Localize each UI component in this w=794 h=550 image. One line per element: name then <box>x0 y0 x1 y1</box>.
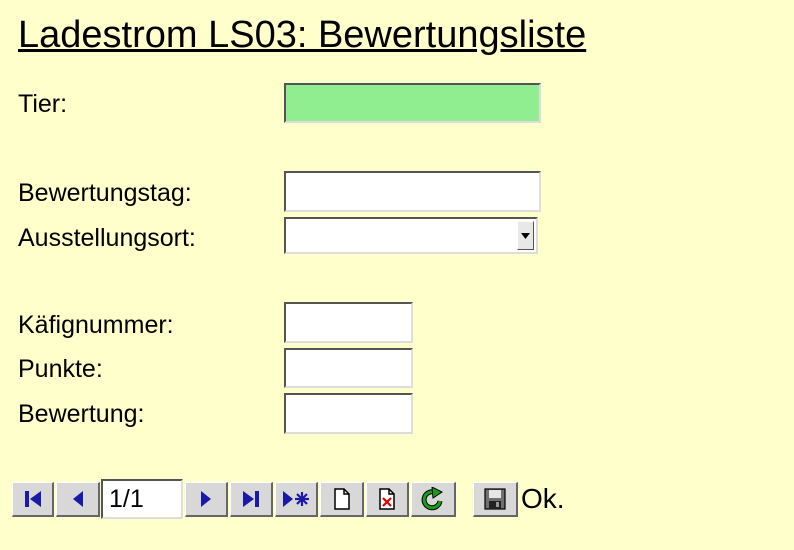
next-record-icon <box>201 491 211 507</box>
kaefignummer-label: Käfignummer: <box>18 311 174 339</box>
bewertung-field[interactable] <box>284 393 413 434</box>
new-document-button[interactable] <box>320 482 364 517</box>
delete-record-button[interactable] <box>366 482 409 517</box>
save-button[interactable] <box>473 482 518 517</box>
previous-record-button[interactable] <box>56 482 100 517</box>
tier-field[interactable] <box>284 83 541 123</box>
last-record-icon <box>243 491 259 507</box>
refresh-icon <box>421 487 443 511</box>
bewertung-label: Bewertung: <box>18 400 145 428</box>
first-record-icon <box>24 491 41 507</box>
tier-label: Tier: <box>18 90 68 118</box>
first-record-button[interactable] <box>12 482 54 517</box>
status-text: Ok. <box>521 483 565 514</box>
previous-record-icon <box>72 491 83 507</box>
refresh-button[interactable] <box>411 482 456 517</box>
save-icon <box>484 488 506 510</box>
page-title: Ladestrom LS03: Bewertungsliste <box>18 14 587 56</box>
ausstellungsort-select[interactable] <box>284 217 538 254</box>
kaefignummer-field[interactable] <box>284 302 413 343</box>
record-position-field[interactable]: 1/1 <box>101 479 183 519</box>
dropdown-arrow-icon[interactable] <box>517 221 534 250</box>
last-record-button[interactable] <box>230 482 273 517</box>
new-record-icon <box>283 491 309 507</box>
bewertungstag-label: Bewertungstag: <box>18 179 192 207</box>
ausstellungsort-label: Ausstellungsort: <box>18 224 196 252</box>
next-record-button[interactable] <box>185 482 228 517</box>
punkte-label: Punkte: <box>18 355 103 383</box>
bewertungstag-field[interactable] <box>284 171 541 212</box>
new-document-icon <box>333 488 350 510</box>
new-record-button[interactable] <box>275 482 318 517</box>
punkte-field[interactable] <box>284 348 413 388</box>
delete-record-icon <box>379 488 395 510</box>
